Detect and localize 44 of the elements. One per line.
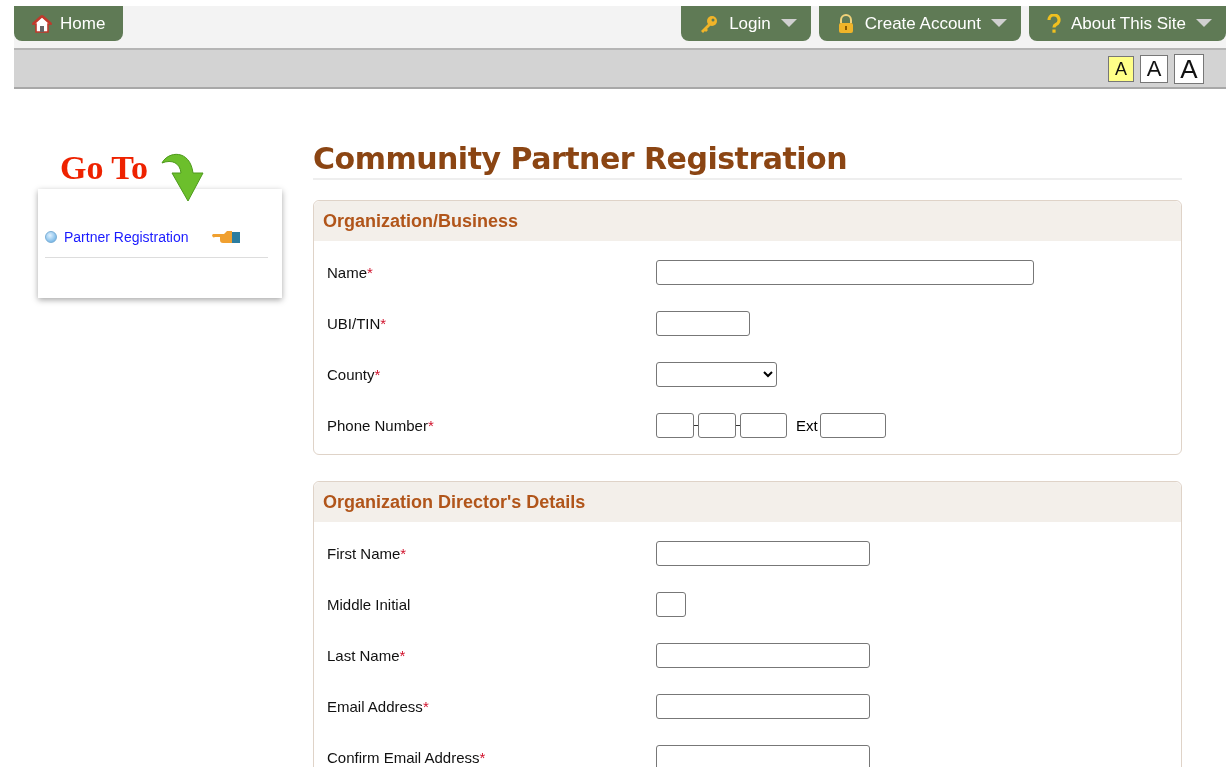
partner-registration-link[interactable]: Partner Registration <box>64 229 189 245</box>
field-label: Confirm Email Address* <box>327 749 487 766</box>
text-field[interactable] <box>656 541 870 566</box>
phone-line-field[interactable] <box>740 413 787 438</box>
field-label: Middle Initial <box>327 596 412 613</box>
ext-label: Ext <box>796 417 818 434</box>
menu-tab[interactable]: Login <box>681 6 811 41</box>
field-label: County* <box>327 366 382 383</box>
home-tab[interactable]: Home <box>14 6 124 41</box>
field-label: Email Address* <box>327 698 430 715</box>
curved-arrow-icon <box>160 151 206 203</box>
text-field[interactable] <box>656 311 750 336</box>
text-field[interactable] <box>656 260 1034 285</box>
lock-icon <box>836 13 855 34</box>
font-size-button[interactable]: A <box>1140 54 1168 83</box>
field-label: Phone Number* <box>327 417 435 434</box>
page-title: Community Partner Registration <box>313 141 1182 180</box>
initial-field[interactable] <box>656 592 686 617</box>
font-size-button[interactable]: A <box>1108 55 1134 82</box>
help-icon <box>1047 13 1061 34</box>
field-label: Name* <box>327 264 374 281</box>
text-field[interactable] <box>656 745 870 767</box>
area-code-field[interactable] <box>656 413 694 438</box>
text-field[interactable] <box>656 643 870 668</box>
panel-title: Organization Director's Details <box>323 491 586 513</box>
county-dropdown[interactable] <box>656 362 777 387</box>
text-field[interactable] <box>656 694 870 719</box>
font-size-button[interactable]: A <box>1174 53 1204 84</box>
go-to-title: Go To <box>60 149 148 187</box>
bullet-icon <box>45 231 57 243</box>
field-label: UBI/TIN* <box>327 315 388 332</box>
caret-icon <box>1196 19 1212 28</box>
caret-icon <box>780 19 797 28</box>
pointing-hand-icon <box>211 229 242 245</box>
menu-tab[interactable]: Create Account <box>818 6 1021 41</box>
home-icon <box>32 14 52 33</box>
panel-title: Organization/Business <box>323 210 519 232</box>
field-label: Last Name* <box>327 647 407 664</box>
field-label: First Name* <box>327 545 408 562</box>
menu-tab[interactable]: About This Site <box>1029 6 1226 41</box>
phone-prefix-field[interactable] <box>698 413 736 438</box>
ext-field[interactable] <box>819 413 886 438</box>
key-icon <box>699 13 720 34</box>
caret-icon <box>991 19 1007 28</box>
